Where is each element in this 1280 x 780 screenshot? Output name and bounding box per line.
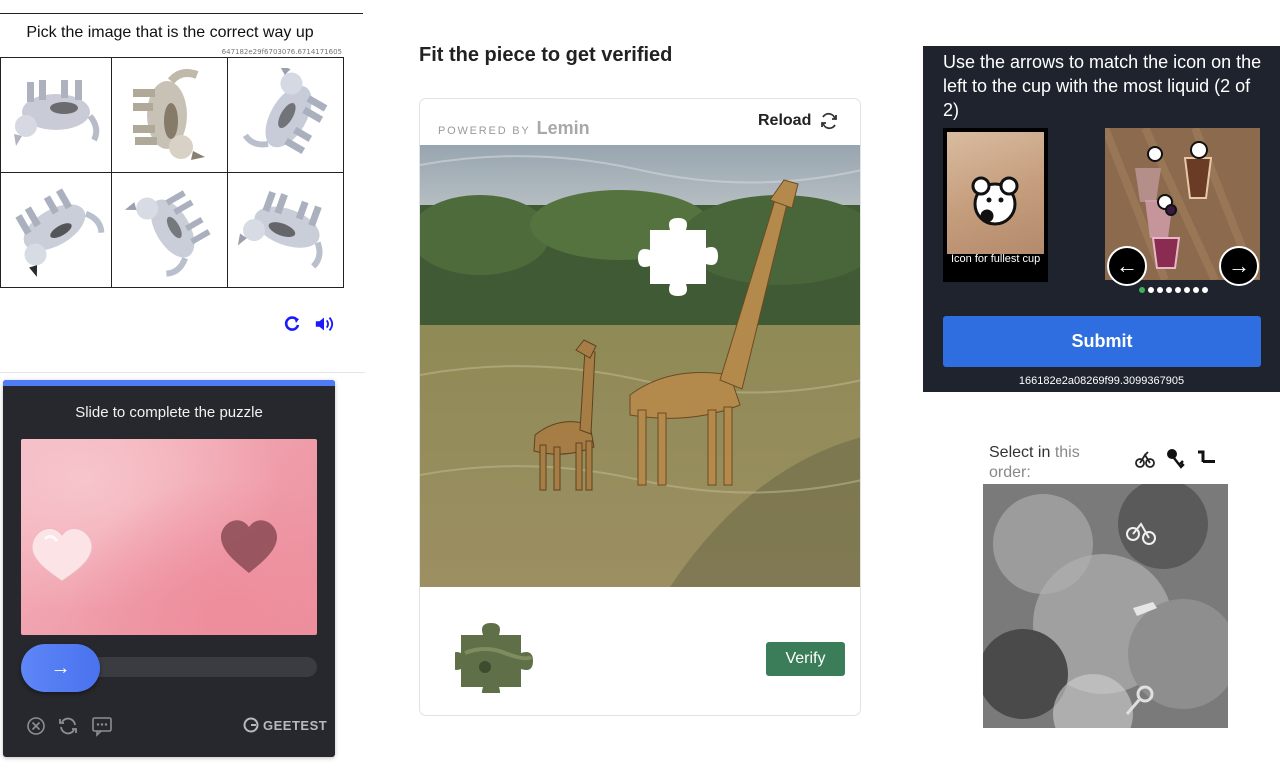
reload-label: Reload [758,112,812,129]
refresh-icon [821,112,838,130]
page-dot-active [1139,287,1145,293]
close-icon[interactable] [25,715,47,737]
challenge-id: 647182e29f6703076.6714171605 [221,48,342,56]
pagination-dots [1139,287,1208,293]
reference-photo [947,132,1044,254]
audio-icon[interactable] [314,314,334,334]
puzzle-image [420,145,860,587]
reference-image: Icon for fullest cup [943,128,1048,282]
captcha-controls [282,314,334,334]
reload-button[interactable]: Reload [758,111,839,131]
cup-captcha: Use the arrows to match the icon on the … [923,46,1280,392]
orientation-captcha: Pick the image that is the correct way u… [0,0,365,375]
image-grid [0,57,344,288]
powered-by: POWERED BY Lemin [438,118,590,139]
challenge-id: 166182e2a08269f99.3099367905 [1018,375,1185,387]
page-dot [1148,287,1154,293]
captcha-title: Pick the image that is the correct way u… [26,24,314,41]
geetest-captcha: Slide to complete the puzzle → GEETEST [3,380,335,757]
submit-button[interactable]: Submit [943,316,1261,367]
feedback-icon[interactable] [91,715,113,737]
lemin-logo: Lemin [536,118,590,138]
puzzle-piece[interactable] [455,623,535,693]
slider-knob[interactable]: → [21,644,100,692]
image-tile-3[interactable] [228,58,343,173]
heart-piece[interactable] [27,523,97,583]
divider [0,13,363,14]
captcha-title: Fit the piece to get verified [419,44,673,66]
geetest-logo: GEETEST [243,717,327,733]
brand-name: GEETEST [263,717,328,733]
selection-image[interactable] [983,484,1228,728]
prev-arrow-button[interactable]: ← [1107,246,1147,286]
captcha-prompt: Select in this order: [989,443,1109,483]
page-dot [1184,287,1190,293]
axe-icon [1198,450,1215,463]
refresh-icon[interactable] [57,715,79,737]
image-tile-4[interactable] [1,173,112,287]
prompt-line2: order: [989,464,1031,481]
page-dot [1175,287,1181,293]
accent-bar [3,380,335,386]
captcha-title: Slide to complete the puzzle [75,404,263,421]
image-tile-2[interactable] [112,58,228,173]
verify-button[interactable]: Verify [766,642,845,676]
order-captcha: Select in this order: [983,438,1228,730]
refresh-icon[interactable] [282,314,302,334]
order-icons [1135,448,1217,470]
captcha-card: POWERED BY Lemin Reload Verify [419,98,861,716]
page-dot [1166,287,1172,293]
image-tile-1[interactable] [1,58,112,173]
lemin-captcha: Fit the piece to get verified POWERED BY… [398,30,878,720]
prompt-faint: this [1054,444,1080,461]
reference-caption: Icon for fullest cup [951,253,1041,265]
prompt-main: Select in [989,444,1051,461]
divider [0,372,365,373]
powered-by-label: POWERED BY [438,125,531,137]
geetest-icon [243,717,259,733]
key-icon [1167,449,1185,469]
page-dot [1202,287,1208,293]
image-tile-6[interactable] [228,173,343,287]
next-arrow-button[interactable]: → [1219,246,1259,286]
puzzle-image [21,439,317,635]
image-tile-5[interactable] [112,173,228,287]
page-dot [1193,287,1199,293]
page-dot [1157,287,1163,293]
bicycle-icon [1135,451,1155,468]
captcha-prompt: Use the arrows to match the icon on the … [943,52,1262,120]
